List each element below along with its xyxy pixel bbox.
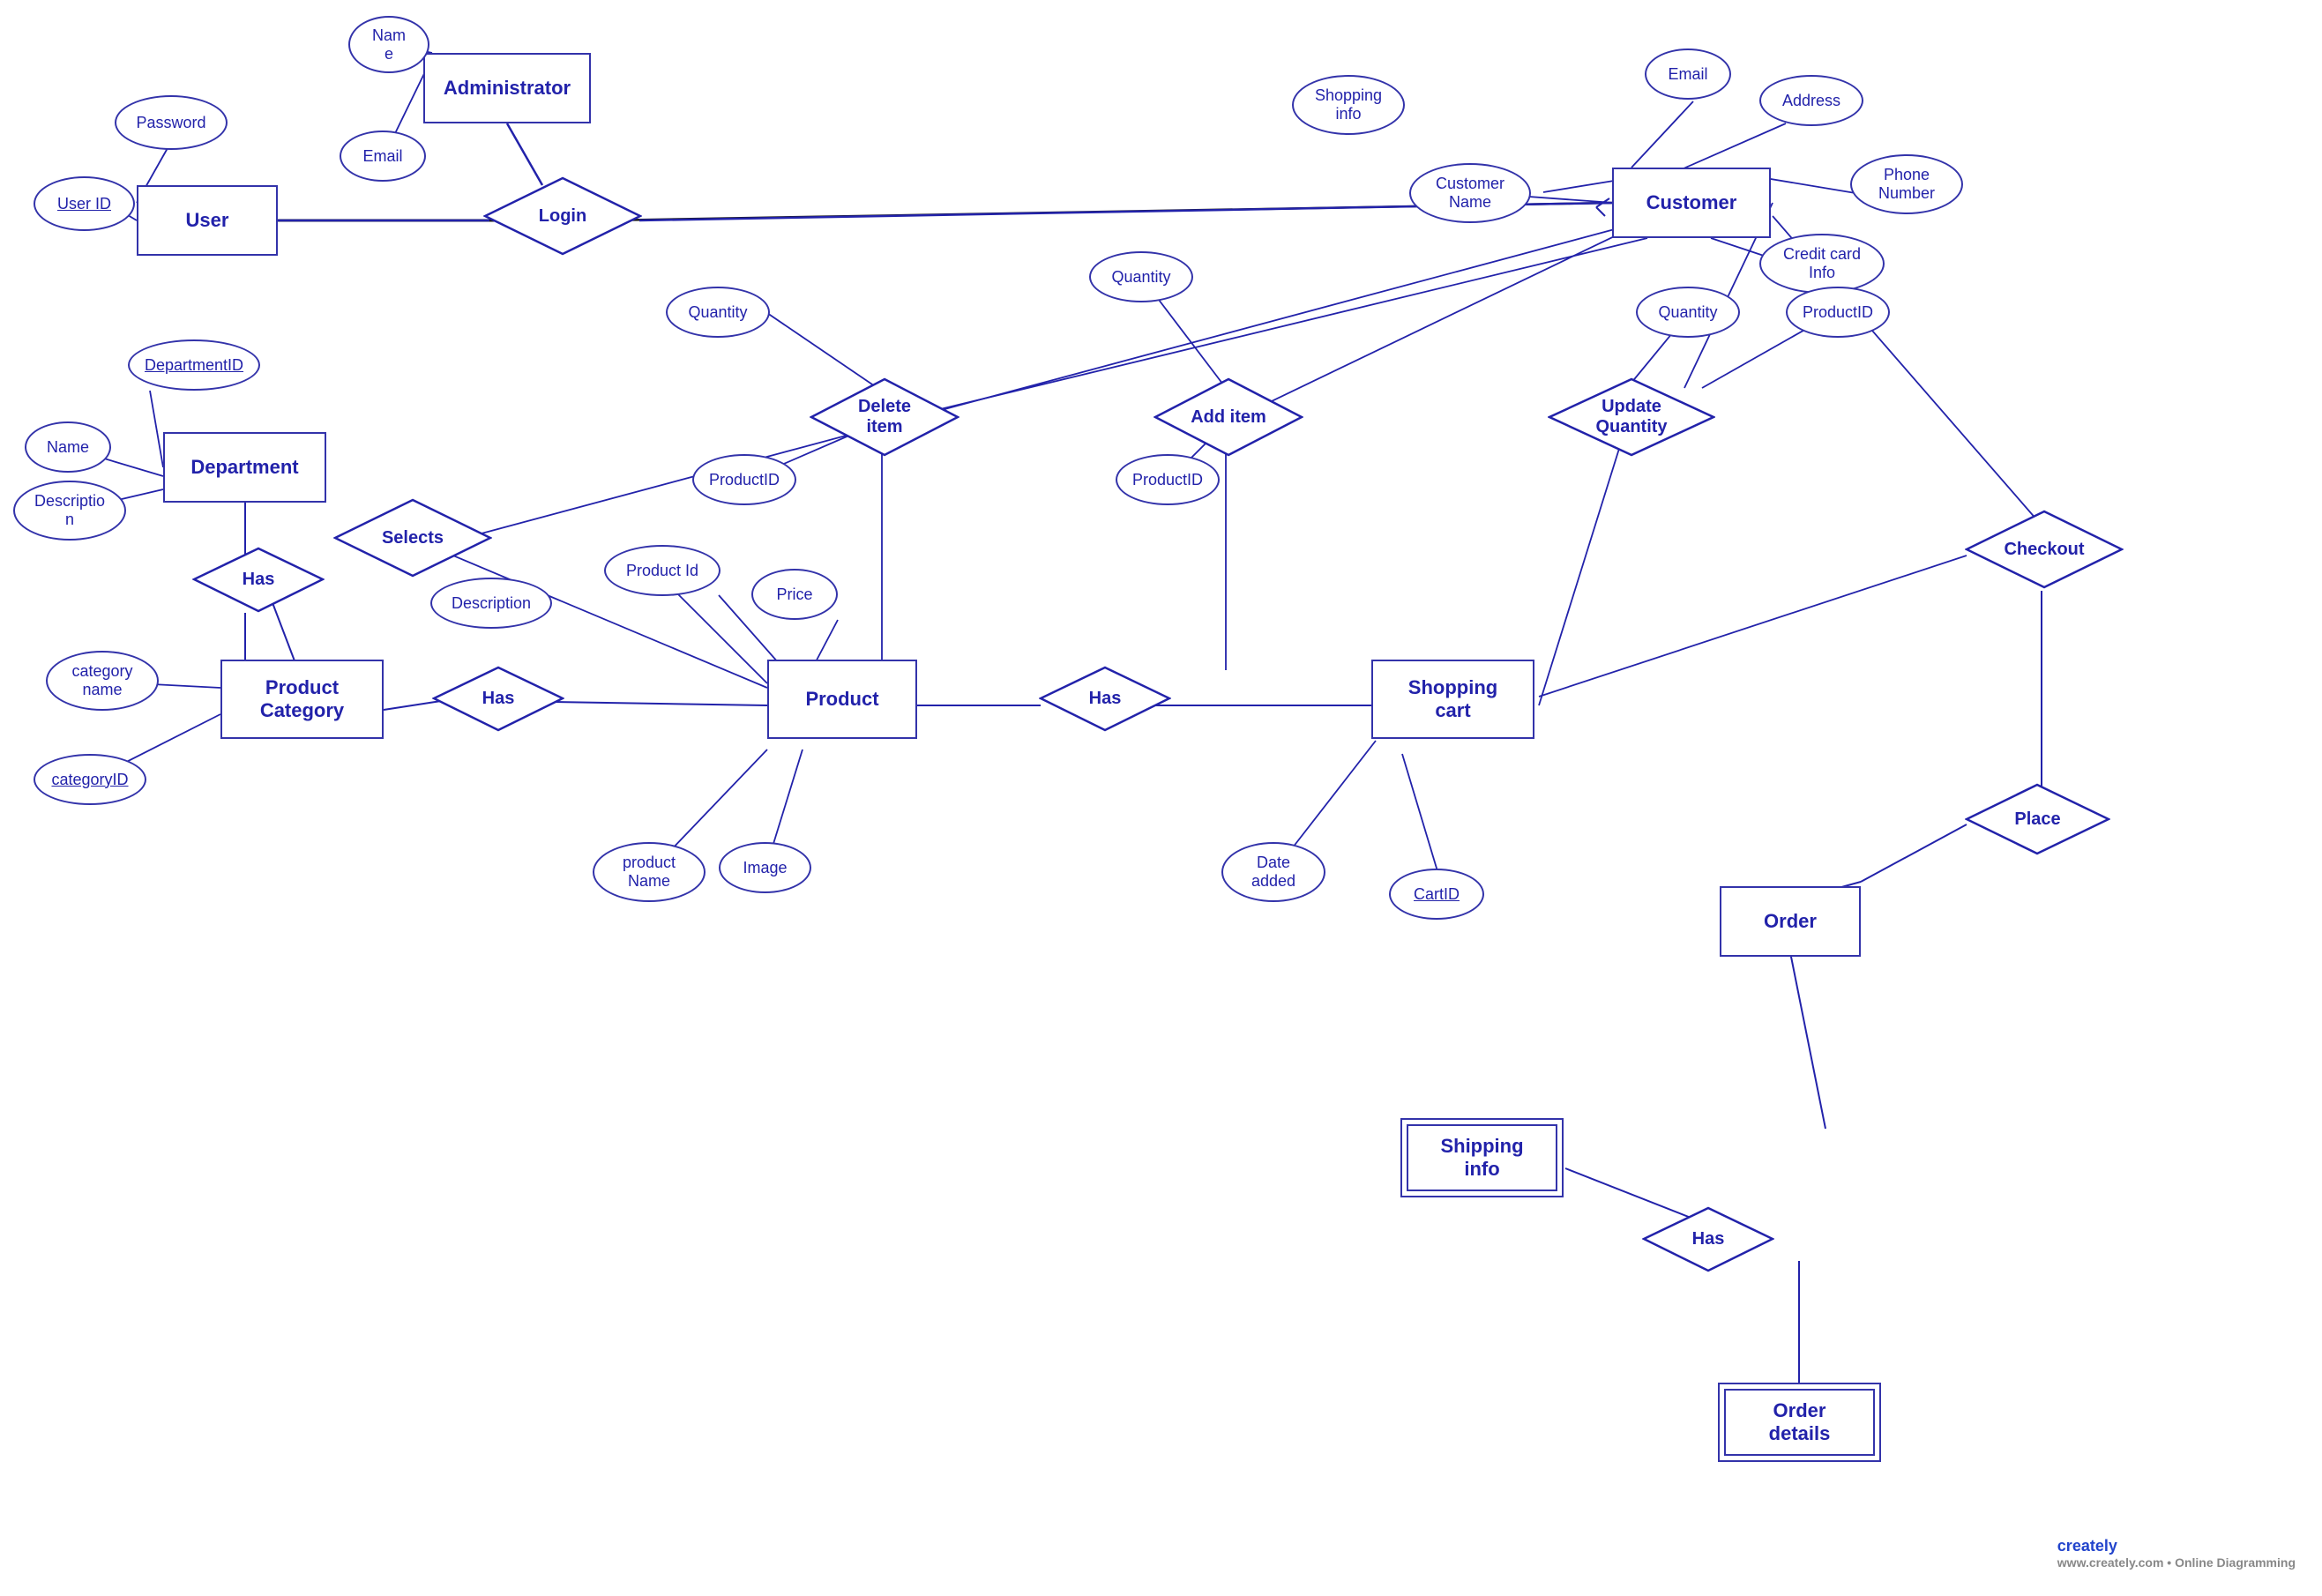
watermark: creately www.creately.com • Online Diagr…	[2057, 1537, 2296, 1570]
entity-shipping-info: Shippinginfo	[1400, 1118, 1564, 1197]
attribute-admin-name: Name	[348, 16, 429, 73]
attribute-address: Address	[1759, 75, 1863, 126]
relationship-delete-item: Deleteitem	[810, 377, 959, 457]
attribute-delete-quantity: Quantity	[666, 287, 770, 338]
attribute-dept-name: Name	[25, 421, 111, 473]
entity-department: Department	[163, 432, 326, 503]
attribute-department-id: DepartmentID	[128, 339, 260, 391]
attribute-delete-productid: ProductID	[692, 454, 796, 505]
relationship-update-quantity: UpdateQuantity	[1548, 377, 1715, 457]
attribute-customer-name: CustomerName	[1409, 163, 1531, 223]
attribute-customer-email: Email	[1645, 48, 1731, 100]
relationship-has-prod-cart: Has	[1039, 666, 1171, 732]
entity-order: Order	[1720, 886, 1861, 957]
attribute-credit-card: Credit cardInfo	[1759, 234, 1885, 294]
relationship-has-cat-prod: Has	[432, 666, 564, 732]
attribute-price: Price	[751, 569, 838, 620]
entity-shopping-cart: Shoppingcart	[1371, 660, 1534, 739]
entity-product-category: ProductCategory	[220, 660, 384, 739]
relationship-selects: Selects	[333, 498, 492, 578]
relationship-has-dept-cat: Has	[192, 547, 325, 613]
entity-user: User	[137, 185, 278, 256]
entity-customer: Customer	[1612, 168, 1771, 238]
attribute-category-name: categoryname	[46, 651, 159, 711]
attribute-date-added: Dateadded	[1221, 842, 1325, 902]
relationship-place: Place	[1965, 783, 2110, 855]
attribute-category-id: categoryID	[34, 754, 146, 805]
attribute-add-quantity: Quantity	[1089, 251, 1193, 302]
attribute-product-name: productName	[593, 842, 706, 902]
attribute-phone-number: PhoneNumber	[1850, 154, 1963, 214]
attribute-shopping-info: Shoppinginfo	[1292, 75, 1405, 135]
er-diagram-canvas: User Administrator Department ProductCat…	[0, 0, 2322, 1596]
attribute-product-description: Description	[430, 578, 552, 629]
attribute-admin-email: Email	[340, 131, 426, 182]
relationship-has-order: Has	[1642, 1206, 1774, 1272]
attribute-update-quantity: Quantity	[1636, 287, 1740, 338]
attribute-update-productid: ProductID	[1786, 287, 1890, 338]
relationship-checkout: Checkout	[1965, 510, 2124, 589]
entity-administrator: Administrator	[423, 53, 591, 123]
attribute-user-id: User ID	[34, 176, 135, 231]
attribute-product-id: Product Id	[604, 545, 720, 596]
attribute-add-productid: ProductID	[1116, 454, 1220, 505]
relationship-login: Login	[483, 176, 642, 256]
relationship-add-item: Add item	[1154, 377, 1303, 457]
attribute-password: Password	[115, 95, 228, 150]
entity-order-details: Orderdetails	[1718, 1383, 1881, 1462]
attribute-cart-id: CartID	[1389, 869, 1484, 920]
entity-product: Product	[767, 660, 917, 739]
attribute-image: Image	[719, 842, 811, 893]
attribute-dept-description: Description	[13, 481, 126, 541]
